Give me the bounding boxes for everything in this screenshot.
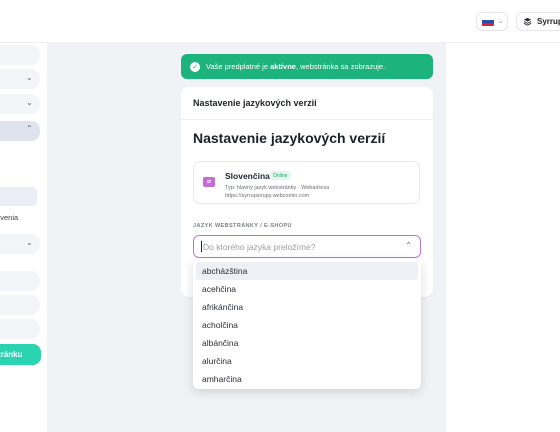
- language-meta: Typ: hlavný jazyk webstránky · Webadresa…: [225, 185, 330, 199]
- account-switcher[interactable]: Syrrup: [516, 12, 560, 31]
- account-name: Syrrup: [537, 17, 560, 26]
- sidebar-item[interactable]: [0, 271, 40, 291]
- language-switcher[interactable]: ⌄: [476, 12, 508, 31]
- layers-icon: [523, 17, 532, 26]
- dropdown-option[interactable]: albánčina: [196, 334, 418, 352]
- field-label: JAZYK WEBSTRÁNKY / E-SHOPU: [193, 223, 292, 229]
- top-bar: ⌄ Syrrup: [0, 0, 560, 43]
- language-select[interactable]: Do ktorého jazyka preložíme? ⌃: [193, 235, 421, 258]
- language-options-dropdown: abcházština acehčina afrikánčina acholči…: [193, 259, 421, 389]
- sidebar-item-expanded[interactable]: [0, 121, 40, 141]
- chevron-down-icon: ⌄: [26, 238, 33, 247]
- sidebar-item-collapsible[interactable]: [0, 234, 40, 254]
- chevron-down-icon: ⌄: [498, 18, 504, 25]
- slovak-flag-icon: [482, 17, 494, 26]
- sidebar-item-collapsible[interactable]: [0, 69, 40, 89]
- chevron-up-icon: ⌃: [26, 124, 33, 133]
- chevron-down-icon: ⌄: [26, 73, 33, 82]
- page-title: Nastavenie jazykových verzií: [193, 130, 386, 146]
- language-name: Slovenčina: [225, 171, 270, 181]
- dropdown-option[interactable]: alurčina: [196, 352, 418, 370]
- dropdown-option[interactable]: amharčina: [196, 370, 418, 388]
- dropdown-option[interactable]: acehčina: [196, 280, 418, 298]
- chevron-down-icon: ⌄: [26, 98, 33, 107]
- dropdown-option[interactable]: afrikánčina: [196, 298, 418, 316]
- chevron-up-icon[interactable]: ⌃: [405, 241, 412, 250]
- sidebar-subitem-active[interactable]: [0, 187, 37, 206]
- alert-text: Vaše predplatné je aktívne, webstránka s…: [206, 62, 386, 71]
- subscription-alert: ✓ Vaše predplatné je aktívne, webstránka…: [181, 54, 433, 79]
- dropdown-option[interactable]: abcházština: [196, 262, 418, 280]
- dropdown-option[interactable]: acholčina: [196, 316, 418, 334]
- sidebar-item[interactable]: [0, 319, 40, 339]
- status-badge: Online: [269, 171, 292, 180]
- language-icon: ⇄: [203, 177, 215, 187]
- card-header: Nastavenie jazykových verzií: [181, 87, 433, 120]
- text-caret: [201, 241, 202, 252]
- sidebar: ⌄ ⌄ ⌃ a o tavenia ⌄ tránku: [0, 43, 47, 432]
- right-pane: [446, 43, 560, 432]
- check-circle-icon: ✓: [190, 61, 200, 72]
- sidebar-subitem[interactable]: tavenia: [0, 213, 18, 222]
- sidebar-item[interactable]: [0, 295, 40, 315]
- select-placeholder: Do ktorého jazyka preložíme?: [203, 241, 316, 252]
- sidebar-item[interactable]: [0, 45, 40, 65]
- sidebar-item-collapsible[interactable]: [0, 94, 40, 114]
- language-item[interactable]: ⇄ Slovenčina Online Typ: hlavný jazyk we…: [193, 161, 420, 204]
- sidebar-cta-button[interactable]: tránku: [0, 344, 41, 365]
